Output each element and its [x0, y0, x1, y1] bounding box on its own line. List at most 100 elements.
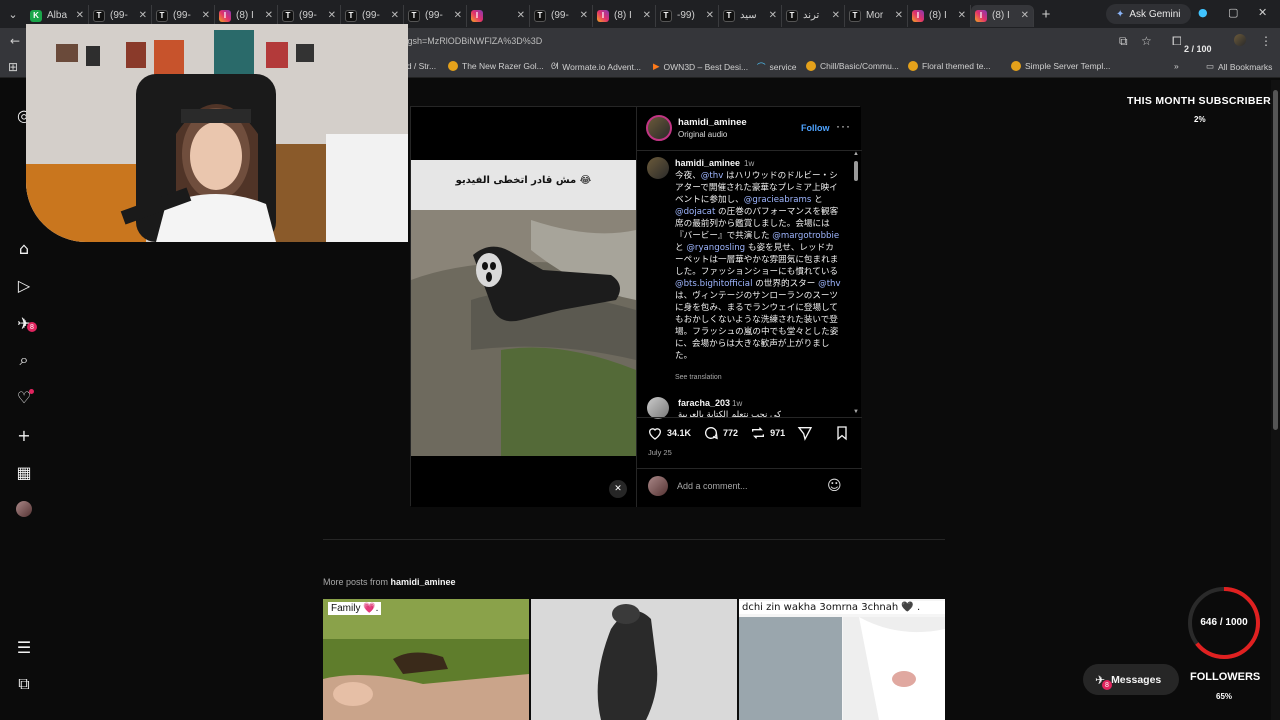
tab-close-icon[interactable]: ✕: [517, 10, 525, 21]
caption-mention-link[interactable]: @thv: [701, 171, 724, 181]
repost-icon[interactable]: [750, 425, 766, 441]
caption-mention-link[interactable]: @margotrobbie: [772, 231, 839, 241]
tiktok-favicon-icon: T: [660, 9, 672, 22]
browser-tab[interactable]: I (8) I ✕: [908, 4, 971, 27]
also-from-meta-icon[interactable]: ⧉: [14, 674, 34, 694]
browser-tab[interactable]: T Mor ✕: [845, 4, 908, 27]
author-avatar[interactable]: [646, 115, 672, 141]
caption-author-name[interactable]: hamidi_aminee: [675, 158, 740, 168]
browser-tab[interactable]: I (8) I ✕: [593, 4, 656, 27]
scroll-up-icon[interactable]: ▲: [853, 151, 859, 157]
tab-close-icon[interactable]: ✕: [139, 10, 147, 21]
see-translation-link[interactable]: See translation: [675, 374, 722, 381]
more-options-icon[interactable]: ···: [836, 119, 851, 133]
browser-tab[interactable]: I (8) I ✕: [971, 4, 1034, 27]
bookmark-item[interactable]: Chill/Basic/Commu...: [806, 61, 899, 71]
tab-close-icon[interactable]: ✕: [1021, 10, 1029, 21]
restore-window-icon[interactable]: ▢: [1228, 6, 1238, 19]
tab-search-chevron-icon[interactable]: ⌄: [0, 0, 26, 28]
cast-icon[interactable]: ⧉: [1119, 34, 1128, 49]
caption-mention-link[interactable]: @dojacat: [675, 207, 715, 217]
browser-tab[interactable]: I ✕: [467, 4, 530, 27]
bookmark-item[interactable]: rd / Str...: [404, 61, 436, 71]
tab-close-icon[interactable]: ✕: [958, 10, 966, 21]
comment-bubble-icon[interactable]: [703, 425, 719, 441]
close-window-icon[interactable]: ✕: [1258, 6, 1267, 19]
scrollbar-thumb[interactable]: [854, 161, 858, 181]
caption-mention-link[interactable]: @bts.bighitofficial: [675, 279, 752, 289]
reposts-count[interactable]: 971: [770, 428, 785, 438]
comments-scrollbar[interactable]: ▲ ▼: [852, 151, 860, 417]
page-scrollbar-thumb[interactable]: [1273, 90, 1278, 430]
reels-icon[interactable]: ▷: [14, 275, 34, 295]
extension-icon[interactable]: ⧠: [1172, 34, 1182, 49]
bookmark-item[interactable]: ▶ OWN3D – Best Desi...: [653, 61, 748, 72]
bookmark-item[interactable]: ⌒ service: [757, 61, 796, 73]
post-media[interactable]: مش قادر اتخطى الفيديو 😂 ✕: [411, 107, 636, 507]
more-post-thumb[interactable]: dchi zin wakha 3omrna 3chnah 🖤 .: [739, 599, 945, 720]
tab-close-icon[interactable]: ✕: [202, 10, 210, 21]
like-heart-icon[interactable]: [647, 425, 663, 441]
comment-author-name[interactable]: faracha_203: [678, 398, 730, 408]
apps-grid-icon[interactable]: ⊞: [8, 60, 18, 74]
bookmark-item[interactable]: ᘛ Wormate.io Advent...: [551, 61, 641, 72]
profile-rail-avatar[interactable]: [14, 499, 34, 519]
original-audio-link[interactable]: Original audio: [678, 130, 727, 139]
tab-close-icon[interactable]: ✕: [706, 10, 714, 21]
tab-close-icon[interactable]: ✕: [76, 10, 84, 21]
bookmark-item[interactable]: Floral themed te...: [908, 61, 991, 71]
video-player[interactable]: مش قادر اتخطى الفيديو 😂: [411, 160, 636, 456]
browser-tab[interactable]: T (99- ✕: [404, 4, 467, 27]
save-bookmark-icon[interactable]: [834, 425, 850, 441]
commenter-avatar[interactable]: [647, 397, 669, 419]
browser-tab[interactable]: T (99- ✕: [530, 4, 593, 27]
all-bookmarks-button[interactable]: ▭ All Bookmarks: [1206, 61, 1272, 72]
dashboard-icon[interactable]: ▦: [14, 462, 34, 482]
messages-button[interactable]: ✈ Messages: [1083, 664, 1179, 695]
tab-close-icon[interactable]: ✕: [895, 10, 903, 21]
back-arrow-icon[interactable]: ←: [10, 34, 20, 48]
bookmark-item[interactable]: The New Razer Gol...: [448, 61, 544, 71]
tab-close-icon[interactable]: ✕: [832, 10, 840, 21]
browser-tab[interactable]: T -99) ✕: [656, 4, 719, 27]
ask-gemini-button[interactable]: ✦ Ask Gemini: [1106, 4, 1191, 24]
scroll-down-icon[interactable]: ▼: [853, 409, 859, 415]
bookmarks-overflow-icon[interactable]: »: [1174, 61, 1179, 71]
tab-close-icon[interactable]: ✕: [454, 10, 462, 21]
caption-mention-link[interactable]: @gracieabrams: [744, 195, 812, 205]
profile-avatar[interactable]: [1234, 34, 1246, 49]
follow-button[interactable]: Follow: [801, 123, 830, 133]
tab-close-icon[interactable]: ✕: [391, 10, 399, 21]
new-tab-button[interactable]: +: [1034, 6, 1058, 23]
tab-close-icon[interactable]: ✕: [580, 10, 588, 21]
tab-close-icon[interactable]: ✕: [328, 10, 336, 21]
comments-count[interactable]: 772: [723, 428, 738, 438]
bookmark-star-icon[interactable]: ☆: [1141, 34, 1152, 48]
tab-close-icon[interactable]: ✕: [769, 10, 777, 21]
browser-tab[interactable]: T ترند ✕: [782, 4, 845, 27]
mute-button[interactable]: ✕: [609, 480, 627, 498]
add-comment-input[interactable]: Add a comment...: [677, 481, 748, 491]
browser-menu-icon[interactable]: ⋮: [1260, 34, 1272, 48]
media-indicator-icon[interactable]: ●: [1198, 6, 1208, 19]
more-posts-author[interactable]: hamidi_aminee: [391, 577, 456, 587]
url-text[interactable]: k&igsh=MzRlODBiNWFlZA%3D%3D: [395, 36, 542, 46]
home-icon[interactable]: ⌂: [14, 238, 34, 258]
create-plus-icon[interactable]: +: [14, 425, 34, 445]
bookmark-item[interactable]: Simple Server Templ...: [1011, 61, 1110, 71]
more-post-thumb[interactable]: [531, 599, 737, 720]
more-menu-icon[interactable]: ☰: [14, 637, 34, 657]
emoji-picker-icon[interactable]: ☺: [827, 478, 842, 494]
likes-count[interactable]: 34.1K: [667, 428, 691, 438]
share-send-icon[interactable]: [797, 425, 813, 441]
caption-author-avatar[interactable]: [647, 157, 669, 179]
caption-mention-link[interactable]: @ryangosling: [686, 243, 745, 253]
tab-close-icon[interactable]: ✕: [643, 10, 651, 21]
browser-tab[interactable]: T سيد ✕: [719, 4, 782, 27]
page-scrollbar[interactable]: [1271, 80, 1280, 720]
search-icon[interactable]: ⌕: [14, 350, 34, 370]
tab-close-icon[interactable]: ✕: [265, 10, 273, 21]
more-post-thumb[interactable]: Family 💗.: [323, 599, 529, 720]
caption-mention-link[interactable]: @thv: [818, 279, 841, 289]
author-name[interactable]: hamidi_aminee: [678, 117, 747, 128]
